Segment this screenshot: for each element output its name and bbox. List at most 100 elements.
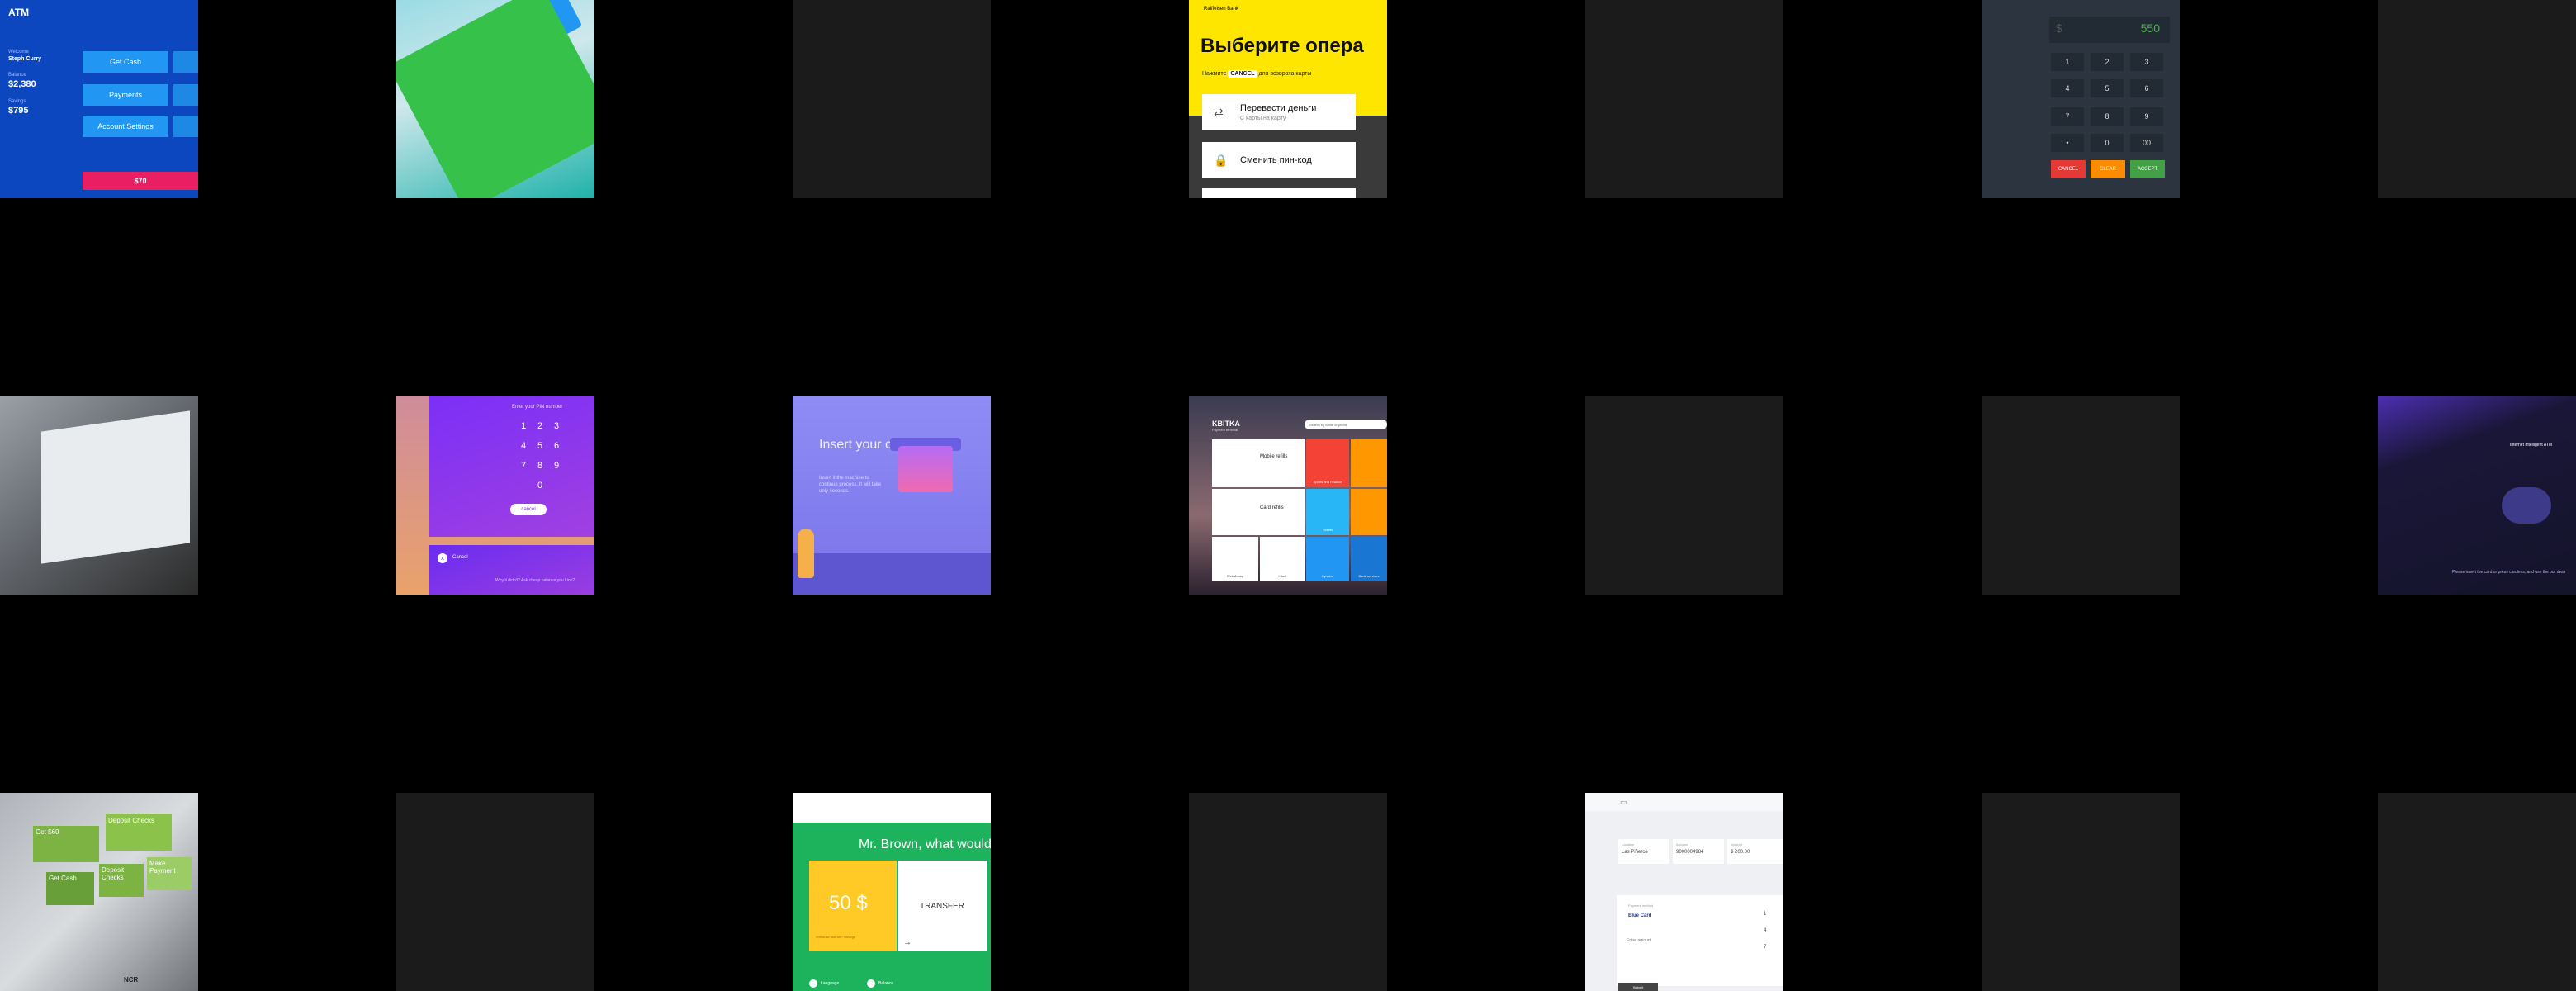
balance-link[interactable]: Balance xyxy=(878,981,893,986)
numpad-4[interactable]: 4 xyxy=(1764,928,1766,933)
card-refills-tile[interactable]: Card refills xyxy=(1212,489,1305,535)
cancel-label: Cancel xyxy=(452,555,468,560)
help-text: Why it didn't? Ask cheap balance you Lin… xyxy=(495,578,575,583)
keypad-tile: $ 550 1 2 3 4 5 6 7 8 9 • 0 00 CANCEL CL… xyxy=(1982,0,2180,198)
transfer-money-option[interactable]: ⇄ Перевести деньги С карты на карту xyxy=(1202,94,1356,130)
fast-cash-tile[interactable]: 50 $ Withdraw fast with Nalvega xyxy=(809,861,897,951)
clear-button[interactable]: CLEAR xyxy=(2091,160,2125,178)
greeting-heading: Mr. Brown, what would xyxy=(859,837,991,851)
pin-key-5[interactable]: 5 xyxy=(532,441,548,451)
language-icon[interactable] xyxy=(809,979,817,988)
amount-field[interactable]: Amount $ 200.00 xyxy=(1727,839,1783,864)
arrow-right-icon: → xyxy=(903,938,912,947)
pin-key-8[interactable]: 8 xyxy=(532,461,548,471)
raiffeisen-tile: Raiffeisen Bank Выберите опера Нажмите C… xyxy=(1189,0,1387,198)
tickets-tile[interactable]: Tickets xyxy=(1306,489,1349,535)
balance-label: Balance xyxy=(8,73,26,78)
close-icon[interactable]: × xyxy=(438,553,447,563)
currency-symbol: $ xyxy=(2056,21,2062,35)
balance-icon[interactable] xyxy=(867,979,875,988)
app-title: ATM xyxy=(8,7,30,18)
submit-button[interactable]: Submit xyxy=(1618,983,1658,991)
transfer-tile[interactable]: TRANSFER → xyxy=(898,861,987,951)
empty-tile xyxy=(1189,793,1387,991)
get-cash-tile[interactable]: Get Cash xyxy=(46,872,94,905)
logo-icon: ▭ xyxy=(1620,798,1627,806)
kiwi-tile[interactable]: Kiwi xyxy=(1260,537,1305,581)
savings-label: Savings xyxy=(8,99,26,104)
brand-logo: KBITKA xyxy=(1212,420,1240,428)
payments-button[interactable]: Payments xyxy=(83,84,168,106)
pin-key-3[interactable]: 3 xyxy=(548,421,565,431)
next-option[interactable] xyxy=(1202,188,1356,198)
sports-finance-tile[interactable]: Sports and Finance xyxy=(1306,439,1349,487)
key-2[interactable]: 2 xyxy=(2091,53,2124,71)
option-subtitle: С карты на карту xyxy=(1240,116,1286,121)
ncr-logo: NCR xyxy=(124,976,139,984)
user-name: Steph Curry xyxy=(8,56,42,62)
key-3[interactable]: 3 xyxy=(2130,53,2163,71)
insert-description: Insert it the machine to continue proces… xyxy=(819,476,882,494)
balance-value: $2,380 xyxy=(8,79,36,89)
key-5[interactable]: 5 xyxy=(2091,79,2124,97)
language-link[interactable]: Language xyxy=(821,981,839,986)
key-9[interactable]: 9 xyxy=(2130,107,2163,126)
amount-button[interactable]: $70 xyxy=(83,172,198,190)
key-1[interactable]: 1 xyxy=(2051,53,2084,71)
key-8[interactable]: 8 xyxy=(2091,107,2124,126)
accept-button[interactable]: ACCEPT xyxy=(2130,160,2165,178)
pin-key-2[interactable]: 2 xyxy=(532,421,548,431)
bank-services-tile[interactable]: Bank services xyxy=(1351,537,1387,581)
deposit-checks-tile[interactable]: Deposit Checks xyxy=(106,814,172,851)
get-cash-button[interactable]: Get Cash xyxy=(83,51,168,73)
account-field[interactable]: Account 9000004984 xyxy=(1673,839,1724,864)
bank-logo: Raiffeisen Bank xyxy=(1204,7,1238,12)
pin-key-7[interactable]: 7 xyxy=(515,461,532,471)
kyivstar-tile[interactable]: Kyivstar xyxy=(1306,537,1349,581)
intelligent-atm-tile: Internet Intelligent ATM Please insert t… xyxy=(2378,396,2576,595)
side-button[interactable] xyxy=(173,84,198,106)
section-label: Payment method xyxy=(1628,903,1654,908)
key-0[interactable]: 0 xyxy=(2091,134,2124,152)
key-dot[interactable]: • xyxy=(2051,134,2084,152)
pin-key-0[interactable]: 0 xyxy=(532,481,548,491)
pin-key-1[interactable]: 1 xyxy=(515,421,532,431)
key-00[interactable]: 00 xyxy=(2130,134,2163,152)
deposit-checks-tile[interactable]: Deposit Checks xyxy=(99,864,144,897)
cancel-button[interactable]: CANCEL xyxy=(2051,160,2086,178)
account-settings-button[interactable]: Account Settings xyxy=(83,116,168,137)
change-pin-option[interactable]: 🔒 Сменить пин-код xyxy=(1202,142,1356,178)
numpad-1[interactable]: 1 xyxy=(1764,912,1766,917)
pin-key-9[interactable]: 9 xyxy=(548,461,565,471)
green-kiosk-tile xyxy=(396,0,594,198)
enter-amount-input[interactable]: Enter amount xyxy=(1627,938,1651,943)
empty-tile xyxy=(2378,793,2576,991)
empty-tile xyxy=(2378,0,2576,198)
key-4[interactable]: 4 xyxy=(2051,79,2084,97)
numpad-7[interactable]: 7 xyxy=(1764,945,1766,950)
amount-display: $ 550 xyxy=(2049,17,2170,43)
make-payment-tile[interactable]: Make Payment xyxy=(147,857,192,890)
category-tile[interactable] xyxy=(1351,439,1387,487)
pin-key-4[interactable]: 4 xyxy=(515,441,532,451)
get-60-tile[interactable]: Get $60 xyxy=(33,826,99,862)
empty-tile xyxy=(1982,793,2180,991)
payment-method[interactable]: Blue Card xyxy=(1628,913,1651,918)
brand-subtitle: Payment terminal xyxy=(1212,428,1238,432)
mr-brown-tile: Mr. Brown, what would 50 $ Withdraw fast… xyxy=(793,793,991,991)
cancel-button[interactable]: cancel xyxy=(510,504,547,515)
key-6[interactable]: 6 xyxy=(2130,79,2163,97)
mobile-refills-tile[interactable]: Mobile refills xyxy=(1212,439,1305,487)
search-input[interactable]: Search by name or phone xyxy=(1305,420,1387,429)
webmoney-tile[interactable]: WebMoney xyxy=(1212,537,1258,581)
side-button[interactable] xyxy=(173,116,198,137)
pin-key-6[interactable]: 6 xyxy=(548,441,565,451)
payment-box: Payment method Blue Card Enter amount 1 … xyxy=(1617,895,1783,986)
location-field[interactable]: Location Las Piñeros xyxy=(1618,839,1669,864)
lock-icon: 🔒 xyxy=(1214,154,1229,167)
key-7[interactable]: 7 xyxy=(2051,107,2084,126)
atm-photo-tile xyxy=(0,396,198,595)
category-tile[interactable] xyxy=(1351,489,1387,535)
side-button[interactable] xyxy=(173,51,198,73)
pin-entry-tile: Enter your PIN number 1 2 3 4 5 6 7 8 9 … xyxy=(396,396,594,595)
